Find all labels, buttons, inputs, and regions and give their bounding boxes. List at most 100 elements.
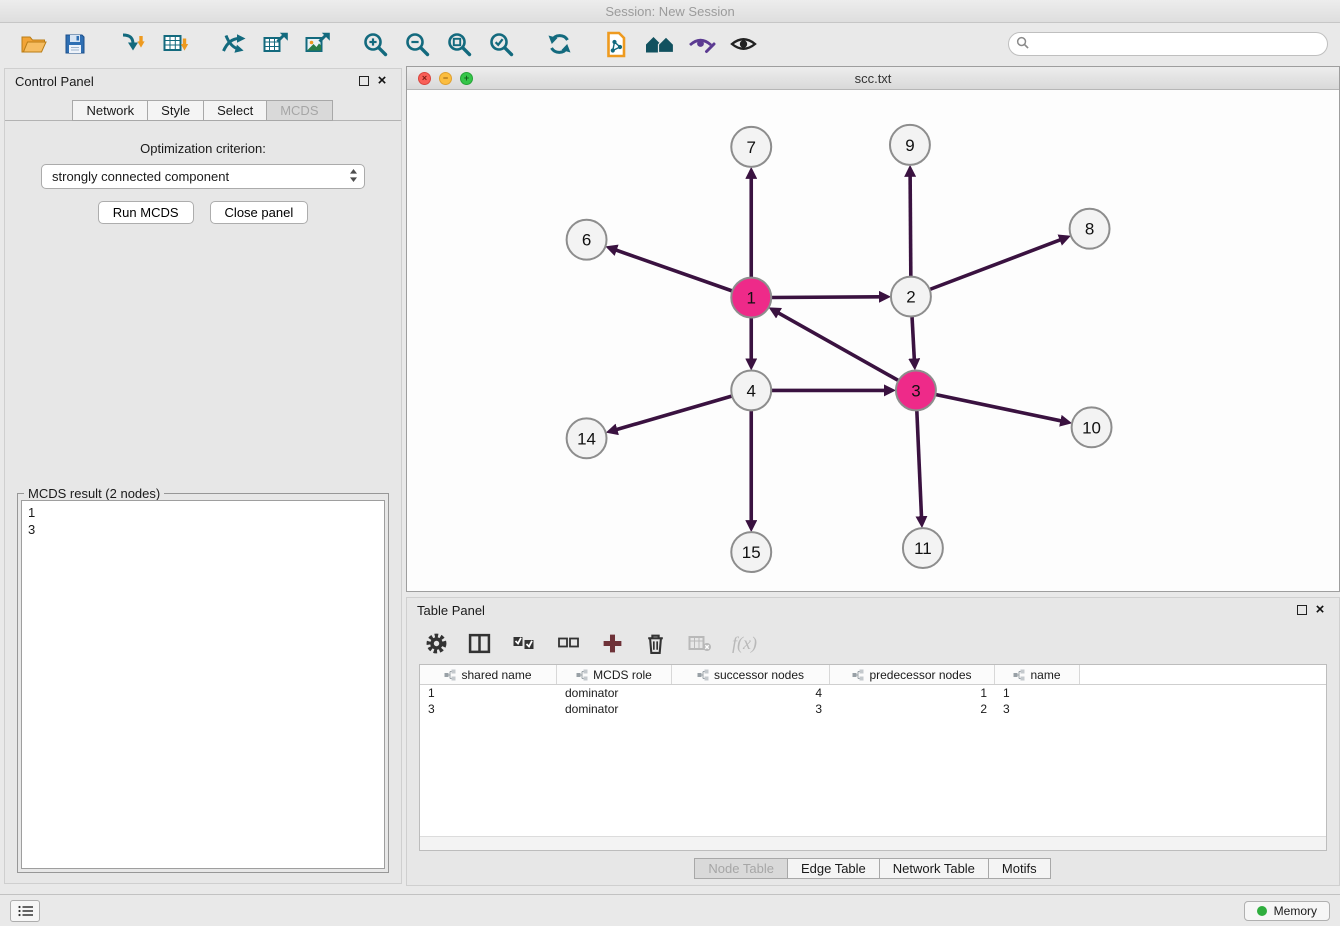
network-canvas[interactable]: 1 2 3 4 6 7 8 9 10 11 14 15 [407,90,1339,591]
control-panel-header: Control Panel × [5,69,401,93]
edge-1-6[interactable] [616,250,733,291]
apply-layout-icon[interactable] [543,28,575,60]
table-cell[interactable]: dominator [557,686,672,700]
table-cell[interactable]: 4 [672,686,830,700]
table-settings-icon[interactable] [425,630,448,656]
run-mcds-button[interactable]: Run MCDS [98,201,194,224]
apply-function-icon: f(x) [732,630,757,656]
table-cell[interactable]: 1 [420,686,557,700]
tab-edge-table[interactable]: Edge Table [787,858,880,879]
table-cell[interactable]: 1 [995,686,1080,700]
table-panel: Table Panel × f(x) shared nameMCDS role s… [406,597,1340,886]
float-panel-icon[interactable] [355,73,373,89]
edge-3-11[interactable] [917,410,922,517]
criterion-dropdown-value: strongly connected component [52,169,349,184]
close-panel-button[interactable]: Close panel [210,201,309,224]
show-graphics-details-icon[interactable] [685,28,717,60]
save-session-icon[interactable] [59,28,91,60]
zoom-fit-icon[interactable] [443,28,475,60]
open-file-icon[interactable] [17,28,49,60]
tab-network[interactable]: Network [72,100,148,121]
node-1[interactable]: 1 [731,278,771,318]
network-report-icon[interactable] [601,28,633,60]
main-toolbar-icons [12,28,764,60]
edge-2-3[interactable] [912,317,914,360]
memory-button-label: Memory [1274,904,1317,918]
node-8[interactable]: 8 [1070,209,1110,249]
node-9[interactable]: 9 [890,125,930,165]
tab-motifs[interactable]: Motifs [988,858,1051,879]
column-header-mcds-role[interactable]: MCDS role [557,665,672,684]
network-window-titlebar[interactable]: scc.txt × − + [407,67,1339,90]
add-row-icon[interactable] [601,630,624,656]
select-all-rows-icon[interactable] [511,630,536,656]
tab-select[interactable]: Select [203,100,267,121]
table-cell[interactable]: 2 [830,702,995,716]
node-15[interactable]: 15 [731,532,771,572]
zoom-selected-icon[interactable] [485,28,517,60]
column-header-name[interactable]: name [995,665,1080,684]
delete-row-icon[interactable] [644,630,667,656]
show-hide-panel-icon[interactable] [727,28,759,60]
tab-node-table[interactable]: Node Table [694,858,788,879]
edge-1-2[interactable] [771,297,880,298]
column-header-successor-nodes[interactable]: successor nodes [672,665,830,684]
node-3[interactable]: 3 [896,370,936,410]
control-panel-tabs: NetworkStyleSelectMCDS [5,93,401,121]
column-header-shared-name[interactable]: shared name [420,665,557,684]
edge-3-10[interactable] [935,394,1061,420]
table-cell[interactable]: 3 [672,702,830,716]
task-history-button[interactable] [10,900,40,922]
column-header-predecessor-nodes[interactable]: predecessor nodes [830,665,995,684]
mcds-result-list[interactable]: 13 [21,500,385,869]
table-row[interactable]: 3dominator323 [420,701,1326,717]
edge-3-1[interactable] [778,313,898,381]
import-table-file-icon[interactable] [159,28,191,60]
zoom-in-icon[interactable] [359,28,391,60]
close-panel-icon[interactable]: × [373,73,391,89]
node-14[interactable]: 14 [567,418,607,458]
criterion-dropdown[interactable]: strongly connected component [41,164,365,189]
edge-2-8[interactable] [930,240,1061,290]
tab-mcds[interactable]: MCDS [266,100,332,121]
column-label: name [1030,668,1060,682]
toggle-columns-icon[interactable] [468,630,491,656]
zoom-out-icon[interactable] [401,28,433,60]
table-cell[interactable]: 3 [995,702,1080,716]
network-graph[interactable]: 1 2 3 4 6 7 8 9 10 11 14 15 [407,90,1339,591]
edge-4-14[interactable] [616,396,732,430]
export-image-icon[interactable] [301,28,333,60]
import-network-file-icon[interactable] [117,28,149,60]
node-4[interactable]: 4 [731,370,771,410]
table-cell[interactable]: 3 [420,702,557,716]
table-toolbar: f(x) [407,622,1339,664]
node-label: 1 [747,289,756,308]
deselect-all-rows-icon[interactable] [556,630,581,656]
mcds-result-box: MCDS result (2 nodes) 13 [17,493,389,873]
node-10[interactable]: 10 [1072,407,1112,447]
node-2[interactable]: 2 [891,277,931,317]
close-table-panel-icon[interactable]: × [1311,602,1329,618]
memory-button[interactable]: Memory [1244,901,1330,921]
table-cell[interactable]: 1 [830,686,995,700]
export-table-icon[interactable] [259,28,291,60]
network-from-selection-icon[interactable] [217,28,249,60]
float-table-panel-icon[interactable] [1293,602,1311,618]
main-toolbar [0,23,1340,65]
table-row[interactable]: 1dominator411 [420,685,1326,701]
tab-style[interactable]: Style [147,100,204,121]
edge-2-9[interactable] [910,176,911,277]
node-6[interactable]: 6 [567,220,607,260]
node-label: 6 [582,231,591,250]
table-cell[interactable]: dominator [557,702,672,716]
first-neighbors-icon[interactable] [643,28,675,60]
search-input[interactable] [1008,32,1328,56]
column-label: successor nodes [714,668,804,682]
node-label: 11 [914,539,932,558]
node-11[interactable]: 11 [903,528,943,568]
table-panel-header: Table Panel × [407,598,1339,622]
node-7[interactable]: 7 [731,127,771,167]
tab-network-table[interactable]: Network Table [879,858,989,879]
table-horizontal-scrollbar[interactable] [420,836,1326,850]
table-body: 1dominator4113dominator323 [420,685,1326,836]
